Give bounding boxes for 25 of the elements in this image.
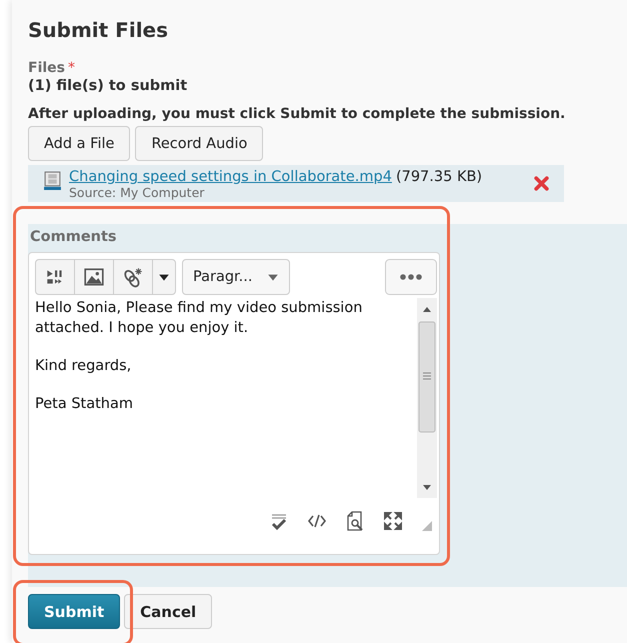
preview-icon[interactable] xyxy=(345,511,365,531)
comments-label: Comments xyxy=(29,229,118,245)
more-icon[interactable] xyxy=(385,259,437,295)
file-count: (1) file(s) to submit xyxy=(28,78,188,94)
fullscreen-icon[interactable] xyxy=(383,511,403,531)
comment-text: Peta Statham xyxy=(35,395,134,414)
comment-text: Hello Sonia, Please find my video submission attached. I hope you enjoy it. xyxy=(35,299,364,338)
comment-editor[interactable]: Paragr... Hello Sonia, Please find my video submission attached. I hope you enjoy it. Kind regards, Peta Statham xyxy=(28,252,440,555)
instruction-text: After uploading, you must click Submit to complete the submission. xyxy=(28,106,566,122)
film-icon xyxy=(44,171,61,190)
resize-handle-icon[interactable] xyxy=(421,520,433,532)
format-dropdown[interactable]: Paragr... xyxy=(182,259,290,295)
page-title: Submit Files xyxy=(28,18,170,42)
delete-icon[interactable] xyxy=(533,175,550,192)
comment-text: Kind regards, xyxy=(35,357,132,376)
file-size: (797.35 KB) xyxy=(396,169,482,185)
scrollbar[interactable] xyxy=(417,298,437,498)
cancel-button[interactable]: Cancel xyxy=(124,594,212,629)
field-label: Files xyxy=(28,60,65,76)
submit-button[interactable]: Submit xyxy=(28,594,120,629)
upload-button[interactable]: Record Audio xyxy=(135,126,264,161)
upload-button[interactable]: Add a File xyxy=(28,126,130,161)
file-link[interactable]: Changing speed settings in Collaborate.mp4 xyxy=(69,169,392,185)
file-source: Source: My Computer xyxy=(69,185,206,200)
required-mark: * xyxy=(68,60,75,76)
